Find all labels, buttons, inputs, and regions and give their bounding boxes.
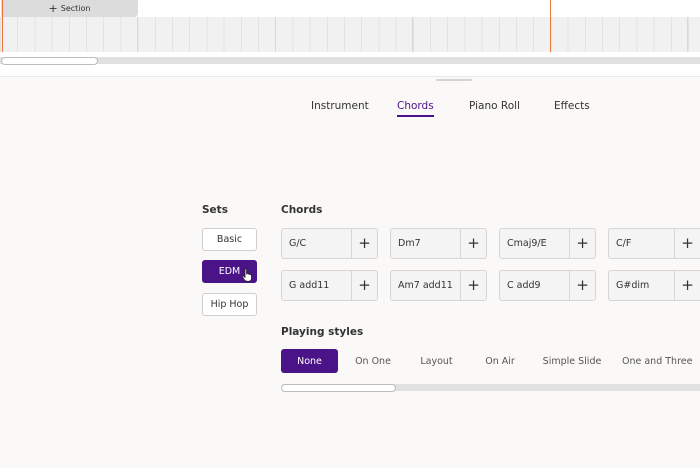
chord-label: Dm7 xyxy=(398,238,421,249)
chord-label: C/F xyxy=(616,238,632,249)
chord-label: G/C xyxy=(289,238,307,249)
chord-button[interactable]: Am7 add11 + xyxy=(390,270,487,301)
chord-label: C add9 xyxy=(507,280,541,291)
chord-button[interactable]: Dm7 + xyxy=(390,228,487,259)
add-chord-plus-icon[interactable]: + xyxy=(351,229,377,258)
chord-label: Cmaj9/E xyxy=(507,238,547,249)
bar-divider xyxy=(275,17,276,52)
playhead-marker[interactable] xyxy=(550,0,551,52)
sets-heading: Sets xyxy=(202,204,228,216)
chord-button[interactable]: G#dim + xyxy=(608,270,700,301)
timeline-scrollbar-track[interactable] xyxy=(0,57,700,64)
add-chord-plus-icon[interactable]: + xyxy=(460,229,486,258)
style-layout-button[interactable]: Layout xyxy=(409,349,464,373)
style-on-one-button[interactable]: On One xyxy=(345,349,401,373)
bar-divider xyxy=(687,17,688,52)
bar-divider xyxy=(412,17,413,52)
panel-divider xyxy=(0,76,700,77)
add-section-label: Section xyxy=(60,4,91,13)
tab-piano-roll[interactable]: Piano Roll xyxy=(469,100,520,112)
chord-button[interactable]: G/C + xyxy=(281,228,378,259)
style-on-air-button[interactable]: On Air xyxy=(472,349,528,373)
add-chord-plus-icon[interactable]: + xyxy=(674,229,700,258)
editor-tabs: Instrument Chords Piano Roll Effects xyxy=(0,100,700,120)
style-one-and-three-button[interactable]: One and Three xyxy=(615,349,700,373)
chord-label: Am7 add11 xyxy=(398,280,453,291)
tab-effects[interactable]: Effects xyxy=(554,100,590,112)
playing-styles-heading: Playing styles xyxy=(281,326,364,338)
timeline-grid[interactable] xyxy=(0,17,700,52)
tab-chords[interactable]: Chords xyxy=(397,100,434,117)
style-simple-slide-button[interactable]: Simple Slide xyxy=(537,349,607,373)
timeline-scrollbar-thumb[interactable] xyxy=(1,57,98,65)
chord-button[interactable]: C/F + xyxy=(608,228,700,259)
bar-divider xyxy=(137,17,138,52)
add-chord-plus-icon[interactable]: + xyxy=(569,271,595,300)
styles-scrollbar-thumb[interactable] xyxy=(281,384,396,392)
chord-button[interactable]: Cmaj9/E + xyxy=(499,228,596,259)
chord-label: G#dim xyxy=(616,280,650,291)
arrangement-timeline: + Section xyxy=(0,0,700,77)
hand-pointer-icon xyxy=(241,268,252,282)
set-basic-button[interactable]: Basic xyxy=(202,228,257,251)
style-none-button[interactable]: None xyxy=(281,349,338,373)
chord-button[interactable]: C add9 + xyxy=(499,270,596,301)
add-chord-plus-icon[interactable]: + xyxy=(460,271,486,300)
loop-start-marker[interactable] xyxy=(2,0,3,52)
chord-label: G add11 xyxy=(289,280,330,291)
chord-button[interactable]: G add11 + xyxy=(281,270,378,301)
set-hip-hop-button[interactable]: Hip Hop xyxy=(202,293,257,316)
add-section-button[interactable]: + Section xyxy=(1,0,138,17)
tab-instrument[interactable]: Instrument xyxy=(311,100,369,112)
plus-icon: + xyxy=(48,1,58,15)
add-chord-plus-icon[interactable]: + xyxy=(569,229,595,258)
panel-resize-handle[interactable] xyxy=(436,79,472,81)
add-chord-plus-icon[interactable]: + xyxy=(351,271,377,300)
add-chord-plus-icon[interactable]: + xyxy=(674,271,700,300)
chords-heading: Chords xyxy=(281,204,323,216)
